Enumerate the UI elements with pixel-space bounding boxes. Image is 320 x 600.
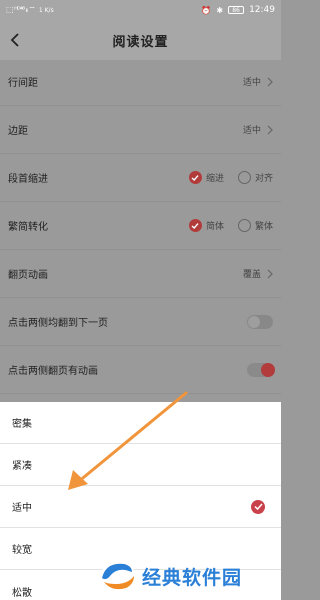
radio-label: 缩进 xyxy=(205,174,224,184)
alarm-icon: ⏰ xyxy=(201,5,212,15)
setting-label: 点击两侧翻页有动画 xyxy=(8,366,98,377)
setting-conversion: 繁简转化 简体 繁体 xyxy=(0,202,281,250)
net-speed: 1 K/s xyxy=(38,6,54,14)
watermark-text: 经典软件园 xyxy=(142,566,243,589)
chevron-left-icon xyxy=(10,33,19,47)
toggle-knob xyxy=(248,315,260,328)
setting-line-spacing[interactable]: 行间距 适中 xyxy=(0,58,281,106)
sheet-option-label: 松散 xyxy=(12,587,32,599)
radio-group: 缩进 对齐 xyxy=(188,171,273,184)
toggle-switch[interactable] xyxy=(247,314,273,329)
setting-label: 翻页动画 xyxy=(8,270,48,281)
setting-label: 边距 xyxy=(8,126,28,137)
radio-option-indent[interactable]: 缩进 xyxy=(188,171,224,184)
setting-value-group: 适中 xyxy=(243,75,273,88)
setting-tap-both-sides: 点击两侧均翻到下一页 xyxy=(0,298,281,346)
setting-indent: 段首缩进 缩进 对齐 xyxy=(0,154,281,202)
sheet-option-label: 较宽 xyxy=(12,545,32,556)
nav-bar: 阅读设置 xyxy=(0,20,281,60)
settings-list: 行间距 适中 边距 适中 段首缩进 缩进 对齐 繁简转化 简体 繁体 翻页动画 … xyxy=(0,58,281,394)
chevron-right-icon xyxy=(267,125,273,134)
bluetooth-icon: ✱ xyxy=(216,5,224,15)
setting-label: 段首缩进 xyxy=(8,174,48,185)
toggle-switch[interactable] xyxy=(247,362,275,377)
radio-label: 对齐 xyxy=(254,174,273,184)
radio-group: 简体 繁体 xyxy=(188,219,273,232)
setting-page-animation[interactable]: 翻页动画 覆盖 xyxy=(0,250,281,298)
setting-tap-animation: 点击两侧翻页有动画 xyxy=(0,346,281,394)
battery-icon: 86 xyxy=(228,6,245,14)
chevron-right-icon xyxy=(267,77,273,86)
back-button[interactable] xyxy=(6,30,24,50)
toggle-wrap xyxy=(247,362,275,377)
status-bar: ⬚ ᴴᴰ⁴⁶ ᵢₗₗ ⌔ 1 K/s ⏰ ✱ 86 12:49 xyxy=(0,0,281,20)
sheet-option[interactable]: 密集 xyxy=(0,402,281,444)
radio-label: 简体 xyxy=(205,222,224,232)
setting-value-group: 覆盖 xyxy=(243,267,273,280)
radio-label: 繁体 xyxy=(254,222,273,232)
check-icon xyxy=(251,499,265,514)
sheet-option-label: 紧凑 xyxy=(12,461,32,472)
setting-label: 点击两侧均翻到下一页 xyxy=(8,318,108,329)
radio-unchecked-icon xyxy=(237,171,251,184)
sheet-option-label: 适中 xyxy=(12,503,32,514)
toggle-wrap xyxy=(247,314,273,329)
sheet-option-label: 密集 xyxy=(12,419,32,430)
setting-value: 适中 xyxy=(242,78,261,88)
setting-label: 繁简转化 xyxy=(8,222,48,233)
watermark-logo-icon xyxy=(101,559,135,593)
toggle-knob xyxy=(261,362,275,377)
page-title: 阅读设置 xyxy=(112,34,169,50)
setting-value-group: 适中 xyxy=(243,123,273,136)
radio-option-traditional[interactable]: 繁体 xyxy=(237,219,273,232)
radio-option-simplified[interactable]: 简体 xyxy=(188,219,224,232)
setting-value: 覆盖 xyxy=(242,270,261,280)
radio-unchecked-icon xyxy=(237,219,251,232)
clock: 12:49 xyxy=(249,5,275,15)
watermark: 经典软件园 xyxy=(98,556,242,596)
sheet-option-selected[interactable]: 适中 xyxy=(0,486,281,528)
status-left: ⬚ ᴴᴰ⁴⁶ ᵢₗₗ ⌔ 1 K/s xyxy=(6,5,54,15)
status-right: ⏰ ✱ 86 12:49 xyxy=(201,5,275,15)
radio-checked-icon xyxy=(188,219,202,232)
setting-value: 适中 xyxy=(242,126,261,136)
radio-option-align[interactable]: 对齐 xyxy=(237,171,273,184)
signal-icons: ⬚ ᴴᴰ⁴⁶ ᵢₗₗ ⌔ xyxy=(6,5,36,14)
setting-margin[interactable]: 边距 适中 xyxy=(0,106,281,154)
sheet-option[interactable]: 紧凑 xyxy=(0,444,281,486)
setting-label: 行间距 xyxy=(8,78,38,89)
chevron-right-icon xyxy=(267,269,273,278)
radio-checked-icon xyxy=(188,171,202,184)
